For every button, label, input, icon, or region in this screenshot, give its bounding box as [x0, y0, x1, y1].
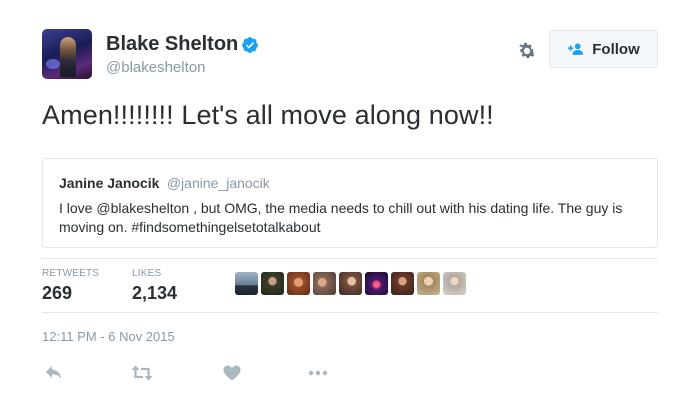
author-handle[interactable]: @blakeshelton: [106, 59, 259, 76]
liker-avatar[interactable]: [417, 272, 440, 295]
like-button[interactable]: [220, 361, 244, 385]
avatar-figure: [60, 37, 76, 77]
gear-icon[interactable]: [516, 40, 538, 62]
author-avatar[interactable]: [42, 29, 92, 79]
quoted-tweet-text: I love @blakeshelton , but OMG, the medi…: [59, 200, 623, 235]
quoted-author-handle: @janine_janocik: [166, 175, 270, 191]
tweet-actions: [42, 361, 362, 385]
avatar-stage-light: [46, 59, 60, 69]
tweet-stats: RETWEETS 269 LIKES 2,134: [42, 258, 658, 313]
retweets-label: RETWEETS: [42, 268, 100, 279]
liker-avatar[interactable]: [339, 272, 362, 295]
liker-avatar[interactable]: [443, 272, 466, 295]
reply-button[interactable]: [42, 361, 66, 385]
quoted-tweet-header: Janine Janocik @janine_janocik: [59, 175, 270, 193]
liker-avatar[interactable]: [235, 272, 258, 295]
retweets-stat[interactable]: RETWEETS 269: [42, 268, 99, 304]
tweet-timestamp[interactable]: 12:11 PM - 6 Nov 2015: [42, 329, 175, 344]
add-person-icon: [568, 43, 584, 55]
author-name-block: Blake Shelton @blakeshelton: [106, 33, 259, 76]
follow-button[interactable]: Follow: [549, 30, 658, 68]
author-name[interactable]: Blake Shelton: [106, 33, 238, 56]
likes-stat[interactable]: LIKES 2,134: [132, 268, 177, 304]
verified-badge-icon: [242, 36, 259, 53]
liker-avatar[interactable]: [365, 272, 388, 295]
liker-avatar[interactable]: [287, 272, 310, 295]
retweet-button[interactable]: [130, 361, 154, 385]
follow-label: Follow: [592, 40, 640, 58]
likes-count: 2,134: [132, 283, 178, 303]
retweets-count: 269: [42, 283, 73, 303]
quoted-author-name: Janine Janocik: [59, 175, 160, 191]
tweet-header: Blake Shelton @blakeshelton Follow: [42, 27, 658, 85]
heart-icon: [223, 365, 241, 381]
reply-icon: [46, 366, 62, 379]
likers-avatar-strip: [235, 272, 469, 295]
retweet-icon: [131, 365, 153, 381]
more-button[interactable]: [306, 361, 330, 385]
liker-avatar[interactable]: [391, 272, 414, 295]
likes-label: LIKES: [132, 268, 162, 279]
liker-avatar[interactable]: [313, 272, 336, 295]
liker-avatar[interactable]: [261, 272, 284, 295]
more-icon: [308, 370, 328, 376]
tweet-text: Amen!!!!!!!! Let's all move along now!!: [42, 100, 494, 130]
quoted-tweet[interactable]: Janine Janocik @janine_janocik I love @b…: [42, 158, 658, 248]
